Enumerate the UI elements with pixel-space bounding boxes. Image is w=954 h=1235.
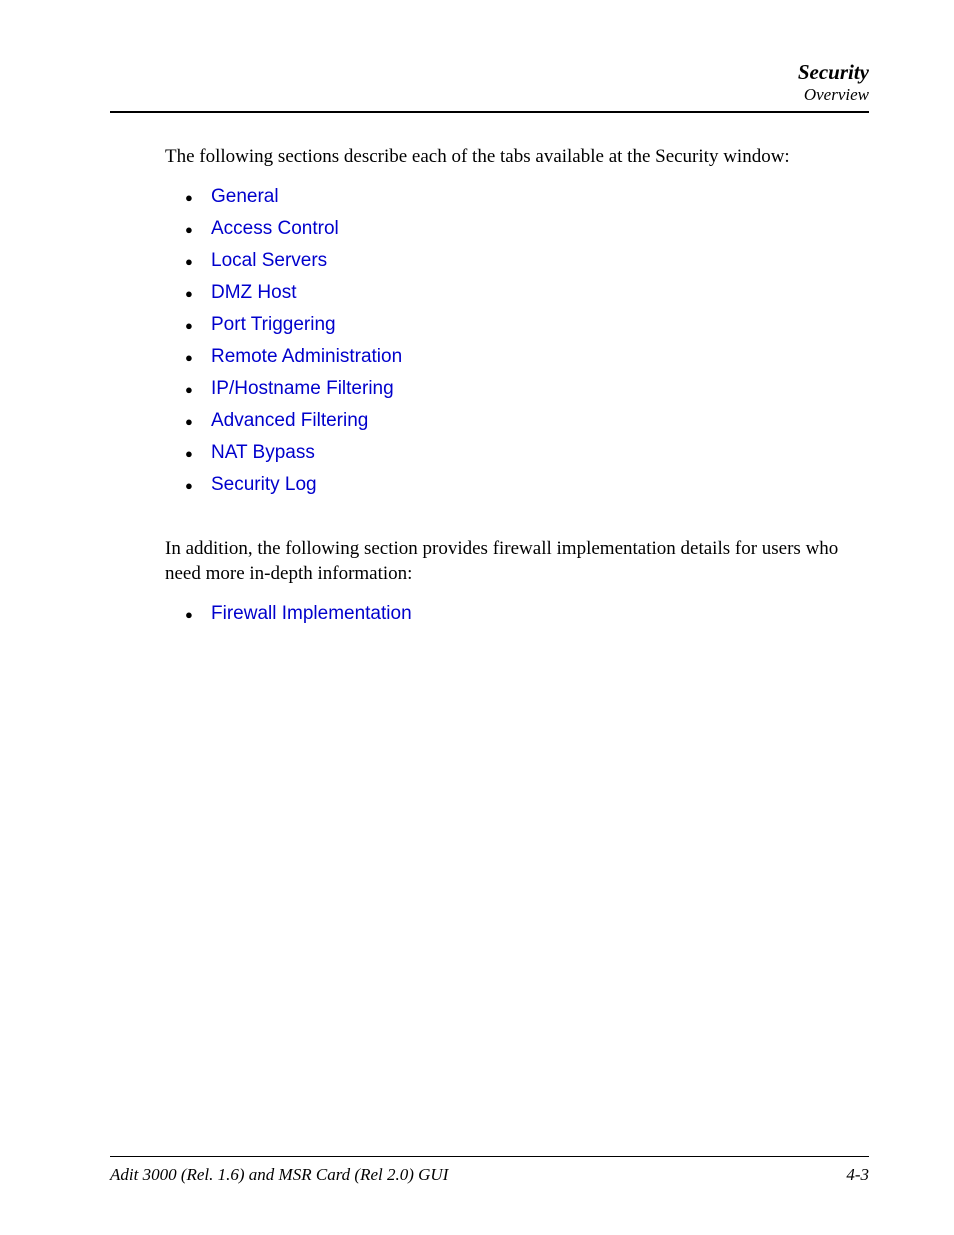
intro-paragraph-2: In addition, the following section provi… [165, 536, 869, 587]
document-page: Security Overview The following sections… [0, 0, 954, 1235]
link-access-control[interactable]: Access Control [211, 218, 339, 239]
list-item: Remote Administration [185, 346, 869, 368]
list-item: DMZ Host [185, 282, 869, 304]
footer-content: Adit 3000 (Rel. 1.6) and MSR Card (Rel 2… [110, 1165, 869, 1185]
link-local-servers[interactable]: Local Servers [211, 250, 327, 271]
header-title: Security [110, 60, 869, 85]
list-item: NAT Bypass [185, 442, 869, 464]
header-subtitle: Overview [110, 85, 869, 105]
intro-paragraph-1: The following sections describe each of … [165, 145, 869, 170]
list-item: IP/Hostname Filtering [185, 378, 869, 400]
list-item: Firewall Implementation [185, 603, 869, 625]
list-item: Access Control [185, 218, 869, 240]
link-ip-hostname-filtering[interactable]: IP/Hostname Filtering [211, 378, 394, 399]
list-item: Security Log [185, 474, 869, 496]
content-area: The following sections describe each of … [110, 145, 869, 625]
link-nat-bypass[interactable]: NAT Bypass [211, 442, 315, 463]
link-remote-administration[interactable]: Remote Administration [211, 346, 402, 367]
list-item: Local Servers [185, 250, 869, 272]
page-header: Security Overview [110, 60, 869, 105]
link-dmz-host[interactable]: DMZ Host [211, 282, 297, 303]
tabs-link-list: General Access Control Local Servers DMZ… [165, 186, 869, 496]
link-general[interactable]: General [211, 186, 279, 207]
link-firewall-implementation[interactable]: Firewall Implementation [211, 603, 412, 624]
footer-page-number: 4-3 [846, 1165, 869, 1185]
link-security-log[interactable]: Security Log [211, 474, 317, 495]
header-divider [110, 111, 869, 113]
firewall-link-list: Firewall Implementation [165, 603, 869, 625]
list-item: Port Triggering [185, 314, 869, 336]
list-item: General [185, 186, 869, 208]
footer-divider [110, 1156, 869, 1157]
page-footer: Adit 3000 (Rel. 1.6) and MSR Card (Rel 2… [110, 1156, 869, 1185]
list-item: Advanced Filtering [185, 410, 869, 432]
link-port-triggering[interactable]: Port Triggering [211, 314, 336, 335]
link-advanced-filtering[interactable]: Advanced Filtering [211, 410, 368, 431]
footer-left-text: Adit 3000 (Rel. 1.6) and MSR Card (Rel 2… [110, 1165, 448, 1185]
